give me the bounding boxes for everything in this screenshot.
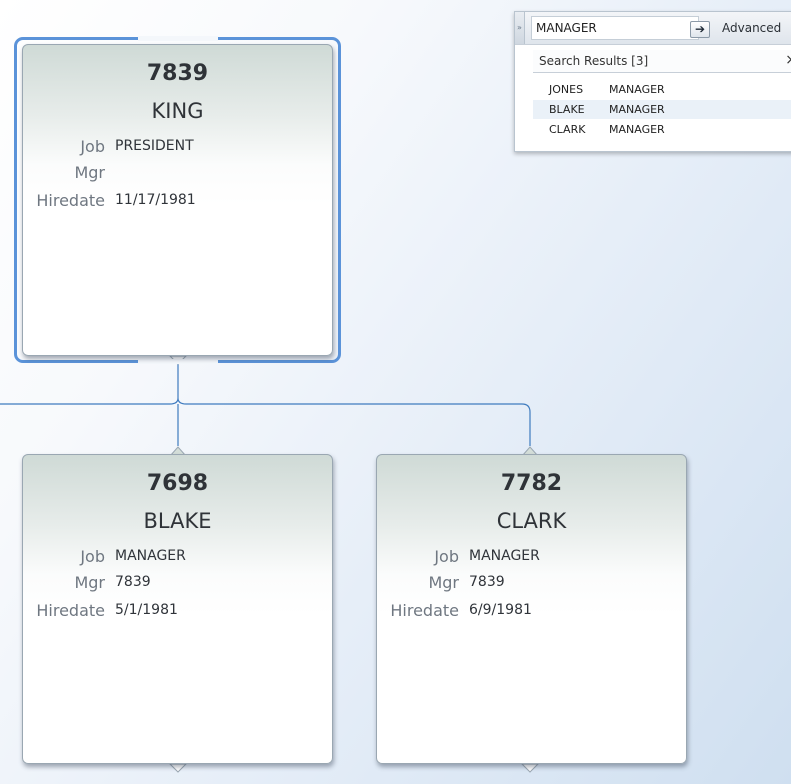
field-label: Job	[80, 137, 105, 156]
employee-number: 7839	[146, 61, 209, 86]
employee-number: 7698	[146, 471, 209, 496]
field-value: MANAGER	[469, 548, 540, 564]
field-value: 7839	[115, 574, 151, 590]
collapse-grip-icon[interactable]: »	[515, 12, 525, 44]
search-toolbar: » ➔ Advanced	[515, 12, 791, 45]
employee-node-king[interactable]: 7839 KING Job PRESIDENT Mgr Hiredate 11/…	[22, 44, 333, 356]
field-hiredate: Hiredate 5/1/1981	[23, 601, 332, 623]
field-mgr: Mgr 7839	[23, 573, 332, 595]
employee-name: CLARK	[496, 509, 567, 533]
node-pointer-blake-bottom	[168, 763, 188, 773]
result-job: MANAGER	[609, 83, 665, 96]
result-name: JONES	[549, 83, 584, 96]
field-label: Hiredate	[36, 601, 105, 620]
employee-node-blake[interactable]: 7698 BLAKE Job MANAGER Mgr 7839 Hiredate…	[22, 454, 333, 764]
field-label: Job	[434, 547, 459, 566]
search-input[interactable]	[531, 16, 699, 40]
search-go-icon[interactable]: ➔	[690, 21, 710, 38]
field-value: 6/9/1981	[469, 602, 532, 618]
field-value: MANAGER	[115, 548, 186, 564]
search-result-item[interactable]: JONES MANAGER	[533, 80, 791, 99]
employee-name: KING	[151, 99, 204, 123]
selection-frame-gap	[138, 36, 218, 41]
close-icon[interactable]: ×	[785, 52, 791, 68]
selection-frame-gap	[138, 359, 218, 364]
field-value: 11/17/1981	[115, 192, 196, 208]
connector-horizontal	[0, 397, 531, 446]
field-label: Mgr	[428, 573, 459, 592]
field-value: 5/1/1981	[115, 602, 178, 618]
employee-number: 7782	[500, 471, 563, 496]
employee-name: BLAKE	[143, 509, 212, 533]
field-job: Job MANAGER	[23, 547, 332, 569]
result-name: BLAKE	[549, 103, 585, 116]
search-results-title: Search Results [3]	[539, 54, 649, 68]
field-job: Job MANAGER	[377, 547, 686, 569]
field-label: Mgr	[74, 163, 105, 182]
field-mgr: Mgr	[23, 163, 332, 185]
search-results-header: Search Results [3] ×	[533, 50, 791, 73]
result-job: MANAGER	[609, 123, 665, 136]
field-label: Hiredate	[390, 601, 459, 620]
search-result-item[interactable]: CLARK MANAGER	[533, 120, 791, 139]
field-hiredate: Hiredate 6/9/1981	[377, 601, 686, 623]
node-pointer-clark-bottom	[520, 763, 540, 773]
employee-node-clark[interactable]: 7782 CLARK Job MANAGER Mgr 7839 Hiredate…	[376, 454, 687, 764]
field-label: Hiredate	[36, 191, 105, 210]
advanced-search-link[interactable]: Advanced	[722, 21, 781, 35]
field-hiredate: Hiredate 11/17/1981	[23, 191, 332, 213]
result-job: MANAGER	[609, 103, 665, 116]
field-value: 7839	[469, 574, 505, 590]
field-label: Job	[80, 547, 105, 566]
result-name: CLARK	[549, 123, 586, 136]
field-label: Mgr	[74, 573, 105, 592]
field-job: Job PRESIDENT	[23, 137, 332, 159]
field-mgr: Mgr 7839	[377, 573, 686, 595]
search-results-list: JONES MANAGER BLAKE MANAGER CLARK MANAGE…	[533, 80, 791, 140]
field-value: PRESIDENT	[115, 138, 194, 154]
search-result-item[interactable]: BLAKE MANAGER	[533, 100, 791, 119]
search-panel: » ➔ Advanced Search Results [3] × JONES …	[514, 11, 791, 152]
